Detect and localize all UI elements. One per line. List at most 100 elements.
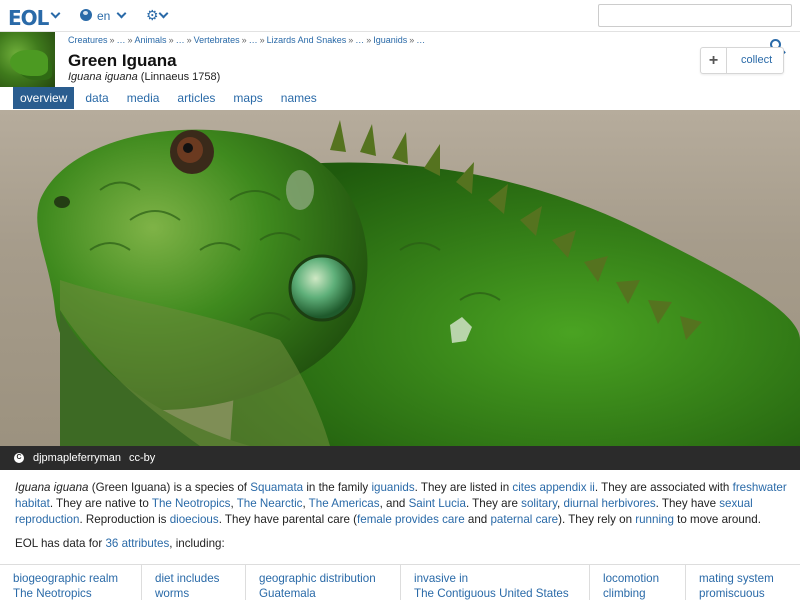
breadcrumb-separator: » bbox=[168, 35, 174, 45]
collect-label[interactable]: collect bbox=[741, 54, 772, 66]
breadcrumb-item[interactable]: Lizards And Snakes bbox=[267, 35, 347, 45]
breadcrumb-separator: » bbox=[127, 35, 133, 45]
summary-text: . They are native to bbox=[49, 497, 152, 510]
attribute-cell[interactable]: diet includes worms bbox=[142, 565, 246, 600]
eol-data-suffix: , including: bbox=[169, 537, 225, 550]
image-caption: C djpmapleferryman cc-by bbox=[0, 446, 800, 470]
tab-articles[interactable]: articles bbox=[170, 87, 222, 109]
summary-link[interactable]: cites appendix ii bbox=[512, 481, 595, 494]
summary-text: to move around. bbox=[673, 513, 761, 526]
breadcrumb: Creatures»…» Animals»…» Vertebrates»…» Liza… bbox=[68, 35, 425, 45]
eol-data-prefix: EOL has data for bbox=[15, 537, 106, 550]
globe-icon[interactable] bbox=[80, 9, 92, 21]
chevron-down-icon[interactable] bbox=[50, 8, 61, 19]
breadcrumb-separator: » bbox=[186, 35, 192, 45]
summary-link[interactable]: running bbox=[635, 513, 674, 526]
attribute-key[interactable]: invasive in bbox=[414, 571, 589, 586]
attribute-key[interactable]: diet includes bbox=[155, 571, 245, 586]
attribute-value[interactable]: Guatemala bbox=[259, 586, 400, 600]
summary-text: (Green Iguana) is a species of bbox=[88, 481, 251, 494]
plus-icon[interactable]: + bbox=[701, 48, 727, 73]
tab-media[interactable]: media bbox=[120, 87, 167, 109]
summary-text: ). They rely on bbox=[558, 513, 636, 526]
image-license[interactable]: cc-by bbox=[129, 446, 155, 470]
summary-text: . They are associated with bbox=[594, 481, 733, 494]
attribute-key[interactable]: mating system bbox=[699, 571, 800, 586]
breadcrumb-separator: » bbox=[259, 35, 265, 45]
breadcrumb-item[interactable]: … bbox=[117, 35, 126, 45]
summary-text: . They have parental care ( bbox=[218, 513, 358, 526]
breadcrumb-separator: » bbox=[109, 35, 115, 45]
summary-link[interactable]: female provides care bbox=[357, 513, 465, 526]
attribute-cell[interactable]: locomotion climbing bbox=[590, 565, 686, 600]
iguana-illustration bbox=[37, 120, 800, 446]
hero-image[interactable] bbox=[0, 110, 800, 446]
search-input[interactable] bbox=[598, 4, 792, 27]
copyright-icon: C bbox=[14, 453, 24, 463]
attribute-key[interactable]: locomotion bbox=[603, 571, 685, 586]
summary-link[interactable]: dioecious bbox=[170, 513, 219, 526]
attributes-link[interactable]: 36 attributes bbox=[105, 537, 169, 550]
attribute-key[interactable]: geographic distribution bbox=[259, 571, 400, 586]
summary-link[interactable]: Squamata bbox=[250, 481, 303, 494]
summary-text: Iguana iguana bbox=[15, 481, 89, 494]
breadcrumb-item[interactable]: … bbox=[416, 35, 425, 45]
summary-link[interactable]: solitary bbox=[521, 497, 557, 510]
gear-icon[interactable]: ⚙ bbox=[146, 8, 159, 22]
attribute-cell[interactable]: mating system promiscuous bbox=[686, 565, 800, 600]
breadcrumb-separator: » bbox=[348, 35, 354, 45]
summary-text: . They have bbox=[655, 497, 720, 510]
breadcrumb-separator: » bbox=[366, 35, 372, 45]
summary-link[interactable]: paternal care bbox=[490, 513, 558, 526]
breadcrumb-item[interactable]: Vertebrates bbox=[194, 35, 240, 45]
breadcrumb-separator: » bbox=[409, 35, 415, 45]
tab-names[interactable]: names bbox=[274, 87, 324, 109]
attribute-value[interactable]: climbing bbox=[603, 586, 685, 600]
tab-bar: overview data media articles maps names bbox=[13, 87, 328, 109]
tab-data[interactable]: data bbox=[78, 87, 115, 109]
attribute-cell[interactable]: biogeographic realm The Neotropics bbox=[0, 565, 142, 600]
language-selector[interactable]: en bbox=[97, 9, 110, 23]
summary-text: and bbox=[464, 513, 491, 526]
summary-text: . They are bbox=[465, 497, 522, 510]
breadcrumb-item[interactable]: Animals bbox=[135, 35, 167, 45]
scientific-name-text: Iguana iguana bbox=[68, 71, 138, 83]
species-summary: Iguana iguana (Green Iguana) is a specie… bbox=[15, 480, 790, 528]
image-author[interactable]: djpmapleferryman bbox=[33, 446, 121, 470]
scientific-name: Iguana iguana (Linnaeus 1758) bbox=[68, 71, 220, 83]
attribute-cell[interactable]: invasive in The Contiguous United States bbox=[401, 565, 590, 600]
attribute-cell[interactable]: geographic distribution Guatemala bbox=[246, 565, 401, 600]
chevron-down-icon[interactable] bbox=[116, 8, 127, 19]
attribute-value[interactable]: The Contiguous United States bbox=[414, 586, 589, 600]
attribute-value[interactable]: worms bbox=[155, 586, 245, 600]
chevron-down-icon[interactable] bbox=[158, 8, 169, 19]
top-bar: EOL en ⚙ bbox=[0, 0, 800, 32]
breadcrumb-item[interactable]: Creatures bbox=[68, 35, 108, 45]
tab-overview[interactable]: overview bbox=[13, 87, 75, 109]
summary-link[interactable]: Saint Lucia bbox=[409, 497, 466, 510]
summary-text: in the family bbox=[303, 481, 372, 494]
summary-text: . They are listed in bbox=[414, 481, 513, 494]
attribute-value[interactable]: promiscuous bbox=[699, 586, 800, 600]
summary-link[interactable]: The Americas bbox=[309, 497, 380, 510]
breadcrumb-item[interactable]: … bbox=[249, 35, 258, 45]
eol-data-intro: EOL has data for 36 attributes, includin… bbox=[15, 537, 225, 550]
summary-text: . Reproduction is bbox=[79, 513, 170, 526]
summary-link[interactable]: diurnal herbivores bbox=[564, 497, 656, 510]
attribute-strip: biogeographic realm The Neotropics diet … bbox=[0, 564, 800, 600]
summary-text: , and bbox=[379, 497, 409, 510]
attribute-key[interactable]: biogeographic realm bbox=[13, 571, 141, 586]
breadcrumb-item[interactable]: … bbox=[176, 35, 185, 45]
tab-maps[interactable]: maps bbox=[226, 87, 269, 109]
summary-link[interactable]: The Neotropics bbox=[152, 497, 231, 510]
attribute-value[interactable]: The Neotropics bbox=[13, 586, 141, 600]
eol-logo[interactable]: EOL bbox=[8, 6, 49, 30]
breadcrumb-item[interactable]: … bbox=[355, 35, 364, 45]
summary-link[interactable]: The Nearctic bbox=[237, 497, 303, 510]
collect-button[interactable]: + collect bbox=[700, 47, 784, 74]
page-title: Green Iguana bbox=[68, 51, 177, 70]
species-thumbnail[interactable] bbox=[0, 32, 55, 87]
authority: (Linnaeus 1758) bbox=[140, 71, 221, 83]
breadcrumb-item[interactable]: Iguanids bbox=[373, 35, 407, 45]
summary-link[interactable]: iguanids bbox=[371, 481, 414, 494]
